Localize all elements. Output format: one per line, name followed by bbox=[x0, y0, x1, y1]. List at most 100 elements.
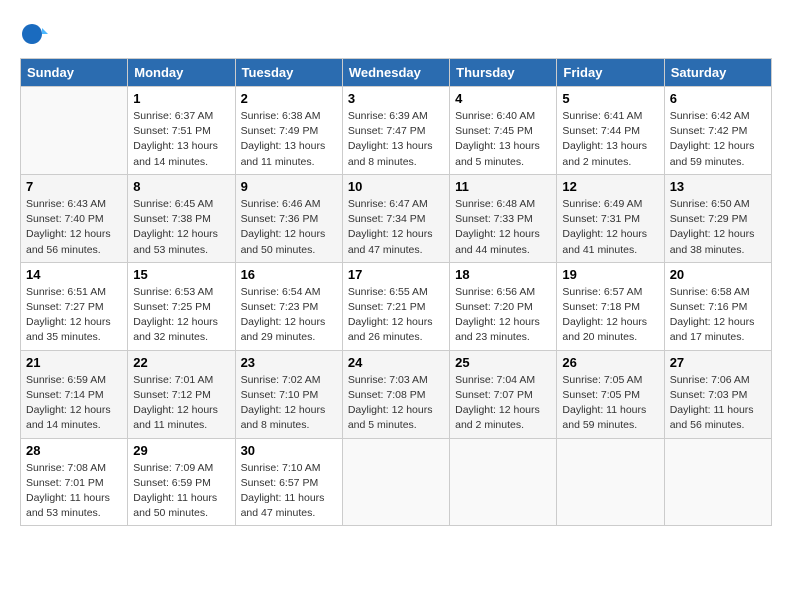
calendar-cell: 15 Sunrise: 6:53 AM Sunset: 7:25 PM Dayli… bbox=[128, 262, 235, 350]
header-thursday: Thursday bbox=[450, 59, 557, 87]
day-number: 22 bbox=[133, 355, 229, 370]
calendar-week-row: 7 Sunrise: 6:43 AM Sunset: 7:40 PM Daylig… bbox=[21, 174, 772, 262]
calendar-cell: 16 Sunrise: 6:54 AM Sunset: 7:23 PM Dayli… bbox=[235, 262, 342, 350]
calendar-cell: 7 Sunrise: 6:43 AM Sunset: 7:40 PM Daylig… bbox=[21, 174, 128, 262]
day-info: Sunrise: 6:41 AM Sunset: 7:44 PM Dayligh… bbox=[562, 109, 658, 170]
day-info: Sunrise: 6:49 AM Sunset: 7:31 PM Dayligh… bbox=[562, 197, 658, 258]
day-info: Sunrise: 6:47 AM Sunset: 7:34 PM Dayligh… bbox=[348, 197, 444, 258]
day-info: Sunrise: 7:05 AM Sunset: 7:05 PM Dayligh… bbox=[562, 373, 658, 434]
calendar-cell: 1 Sunrise: 6:37 AM Sunset: 7:51 PM Daylig… bbox=[128, 87, 235, 175]
day-info: Sunrise: 6:56 AM Sunset: 7:20 PM Dayligh… bbox=[455, 285, 551, 346]
day-info: Sunrise: 6:40 AM Sunset: 7:45 PM Dayligh… bbox=[455, 109, 551, 170]
day-info: Sunrise: 7:06 AM Sunset: 7:03 PM Dayligh… bbox=[670, 373, 766, 434]
header-tuesday: Tuesday bbox=[235, 59, 342, 87]
calendar-cell: 20Sunrise: 6:58 AM Sunset: 7:16 PM Dayli… bbox=[664, 262, 771, 350]
day-number: 16 bbox=[241, 267, 337, 282]
day-number: 7 bbox=[26, 179, 122, 194]
calendar-week-row: 1 Sunrise: 6:37 AM Sunset: 7:51 PM Daylig… bbox=[21, 87, 772, 175]
calendar-cell: 18 Sunrise: 6:56 AM Sunset: 7:20 PM Dayli… bbox=[450, 262, 557, 350]
header-wednesday: Wednesday bbox=[342, 59, 449, 87]
day-info: Sunrise: 6:46 AM Sunset: 7:36 PM Dayligh… bbox=[241, 197, 337, 258]
calendar-cell: 30 Sunrise: 7:10 AM Sunset: 6:57 PM Dayli… bbox=[235, 438, 342, 526]
calendar-header-row: SundayMondayTuesdayWednesdayThursdayFrid… bbox=[21, 59, 772, 87]
day-number: 19 bbox=[562, 267, 658, 282]
day-number: 2 bbox=[241, 91, 337, 106]
day-number: 30 bbox=[241, 443, 337, 458]
calendar-cell: 4 Sunrise: 6:40 AM Sunset: 7:45 PM Daylig… bbox=[450, 87, 557, 175]
day-number: 26 bbox=[562, 355, 658, 370]
day-info: Sunrise: 7:03 AM Sunset: 7:08 PM Dayligh… bbox=[348, 373, 444, 434]
calendar-cell bbox=[342, 438, 449, 526]
day-info: Sunrise: 6:53 AM Sunset: 7:25 PM Dayligh… bbox=[133, 285, 229, 346]
calendar-cell: 25Sunrise: 7:04 AM Sunset: 7:07 PM Dayli… bbox=[450, 350, 557, 438]
day-number: 4 bbox=[455, 91, 551, 106]
header-sunday: Sunday bbox=[21, 59, 128, 87]
day-number: 21 bbox=[26, 355, 122, 370]
day-number: 9 bbox=[241, 179, 337, 194]
day-number: 10 bbox=[348, 179, 444, 194]
day-info: Sunrise: 6:39 AM Sunset: 7:47 PM Dayligh… bbox=[348, 109, 444, 170]
day-number: 23 bbox=[241, 355, 337, 370]
day-info: Sunrise: 6:51 AM Sunset: 7:27 PM Dayligh… bbox=[26, 285, 122, 346]
day-number: 18 bbox=[455, 267, 551, 282]
day-number: 27 bbox=[670, 355, 766, 370]
day-info: Sunrise: 6:37 AM Sunset: 7:51 PM Dayligh… bbox=[133, 109, 229, 170]
header-saturday: Saturday bbox=[664, 59, 771, 87]
day-number: 15 bbox=[133, 267, 229, 282]
day-number: 17 bbox=[348, 267, 444, 282]
calendar-cell: 14Sunrise: 6:51 AM Sunset: 7:27 PM Dayli… bbox=[21, 262, 128, 350]
calendar-cell: 9 Sunrise: 6:46 AM Sunset: 7:36 PM Daylig… bbox=[235, 174, 342, 262]
calendar-cell: 10 Sunrise: 6:47 AM Sunset: 7:34 PM Dayli… bbox=[342, 174, 449, 262]
day-number: 13 bbox=[670, 179, 766, 194]
day-number: 20 bbox=[670, 267, 766, 282]
calendar-cell: 22 Sunrise: 7:01 AM Sunset: 7:12 PM Dayli… bbox=[128, 350, 235, 438]
calendar-cell: 13 Sunrise: 6:50 AM Sunset: 7:29 PM Dayli… bbox=[664, 174, 771, 262]
day-info: Sunrise: 6:43 AM Sunset: 7:40 PM Dayligh… bbox=[26, 197, 122, 258]
calendar-cell: 2 Sunrise: 6:38 AM Sunset: 7:49 PM Daylig… bbox=[235, 87, 342, 175]
day-number: 5 bbox=[562, 91, 658, 106]
day-info: Sunrise: 6:54 AM Sunset: 7:23 PM Dayligh… bbox=[241, 285, 337, 346]
calendar-cell: 12 Sunrise: 6:49 AM Sunset: 7:31 PM Dayli… bbox=[557, 174, 664, 262]
calendar-cell: 6Sunrise: 6:42 AM Sunset: 7:42 PM Daylig… bbox=[664, 87, 771, 175]
calendar-cell: 28 Sunrise: 7:08 AM Sunset: 7:01 PM Dayli… bbox=[21, 438, 128, 526]
day-info: Sunrise: 7:08 AM Sunset: 7:01 PM Dayligh… bbox=[26, 461, 122, 522]
page-header bbox=[20, 20, 772, 48]
calendar-cell: 17Sunrise: 6:55 AM Sunset: 7:21 PM Dayli… bbox=[342, 262, 449, 350]
logo-icon bbox=[20, 20, 48, 48]
calendar-cell: 5 Sunrise: 6:41 AM Sunset: 7:44 PM Daylig… bbox=[557, 87, 664, 175]
header-monday: Monday bbox=[128, 59, 235, 87]
day-info: Sunrise: 6:50 AM Sunset: 7:29 PM Dayligh… bbox=[670, 197, 766, 258]
day-number: 29 bbox=[133, 443, 229, 458]
day-info: Sunrise: 6:38 AM Sunset: 7:49 PM Dayligh… bbox=[241, 109, 337, 170]
calendar-cell: 27 Sunrise: 7:06 AM Sunset: 7:03 PM Dayli… bbox=[664, 350, 771, 438]
day-number: 12 bbox=[562, 179, 658, 194]
day-info: Sunrise: 7:04 AM Sunset: 7:07 PM Dayligh… bbox=[455, 373, 551, 434]
calendar-cell: 29Sunrise: 7:09 AM Sunset: 6:59 PM Dayli… bbox=[128, 438, 235, 526]
calendar-cell: 11Sunrise: 6:48 AM Sunset: 7:33 PM Dayli… bbox=[450, 174, 557, 262]
calendar-cell: 21 Sunrise: 6:59 AM Sunset: 7:14 PM Dayli… bbox=[21, 350, 128, 438]
calendar-cell: 19 Sunrise: 6:57 AM Sunset: 7:18 PM Dayli… bbox=[557, 262, 664, 350]
day-number: 28 bbox=[26, 443, 122, 458]
header-friday: Friday bbox=[557, 59, 664, 87]
calendar-cell bbox=[21, 87, 128, 175]
calendar-week-row: 14Sunrise: 6:51 AM Sunset: 7:27 PM Dayli… bbox=[21, 262, 772, 350]
calendar-week-row: 28 Sunrise: 7:08 AM Sunset: 7:01 PM Dayli… bbox=[21, 438, 772, 526]
day-info: Sunrise: 7:10 AM Sunset: 6:57 PM Dayligh… bbox=[241, 461, 337, 522]
day-info: Sunrise: 6:45 AM Sunset: 7:38 PM Dayligh… bbox=[133, 197, 229, 258]
calendar-table: SundayMondayTuesdayWednesdayThursdayFrid… bbox=[20, 58, 772, 526]
calendar-cell: 26 Sunrise: 7:05 AM Sunset: 7:05 PM Dayli… bbox=[557, 350, 664, 438]
day-info: Sunrise: 7:01 AM Sunset: 7:12 PM Dayligh… bbox=[133, 373, 229, 434]
calendar-cell bbox=[664, 438, 771, 526]
calendar-cell bbox=[450, 438, 557, 526]
day-info: Sunrise: 6:48 AM Sunset: 7:33 PM Dayligh… bbox=[455, 197, 551, 258]
calendar-week-row: 21 Sunrise: 6:59 AM Sunset: 7:14 PM Dayli… bbox=[21, 350, 772, 438]
day-number: 8 bbox=[133, 179, 229, 194]
day-number: 1 bbox=[133, 91, 229, 106]
day-info: Sunrise: 6:57 AM Sunset: 7:18 PM Dayligh… bbox=[562, 285, 658, 346]
day-number: 3 bbox=[348, 91, 444, 106]
day-info: Sunrise: 7:02 AM Sunset: 7:10 PM Dayligh… bbox=[241, 373, 337, 434]
day-info: Sunrise: 6:59 AM Sunset: 7:14 PM Dayligh… bbox=[26, 373, 122, 434]
day-number: 24 bbox=[348, 355, 444, 370]
logo bbox=[20, 20, 52, 48]
calendar-cell: 8 Sunrise: 6:45 AM Sunset: 7:38 PM Daylig… bbox=[128, 174, 235, 262]
